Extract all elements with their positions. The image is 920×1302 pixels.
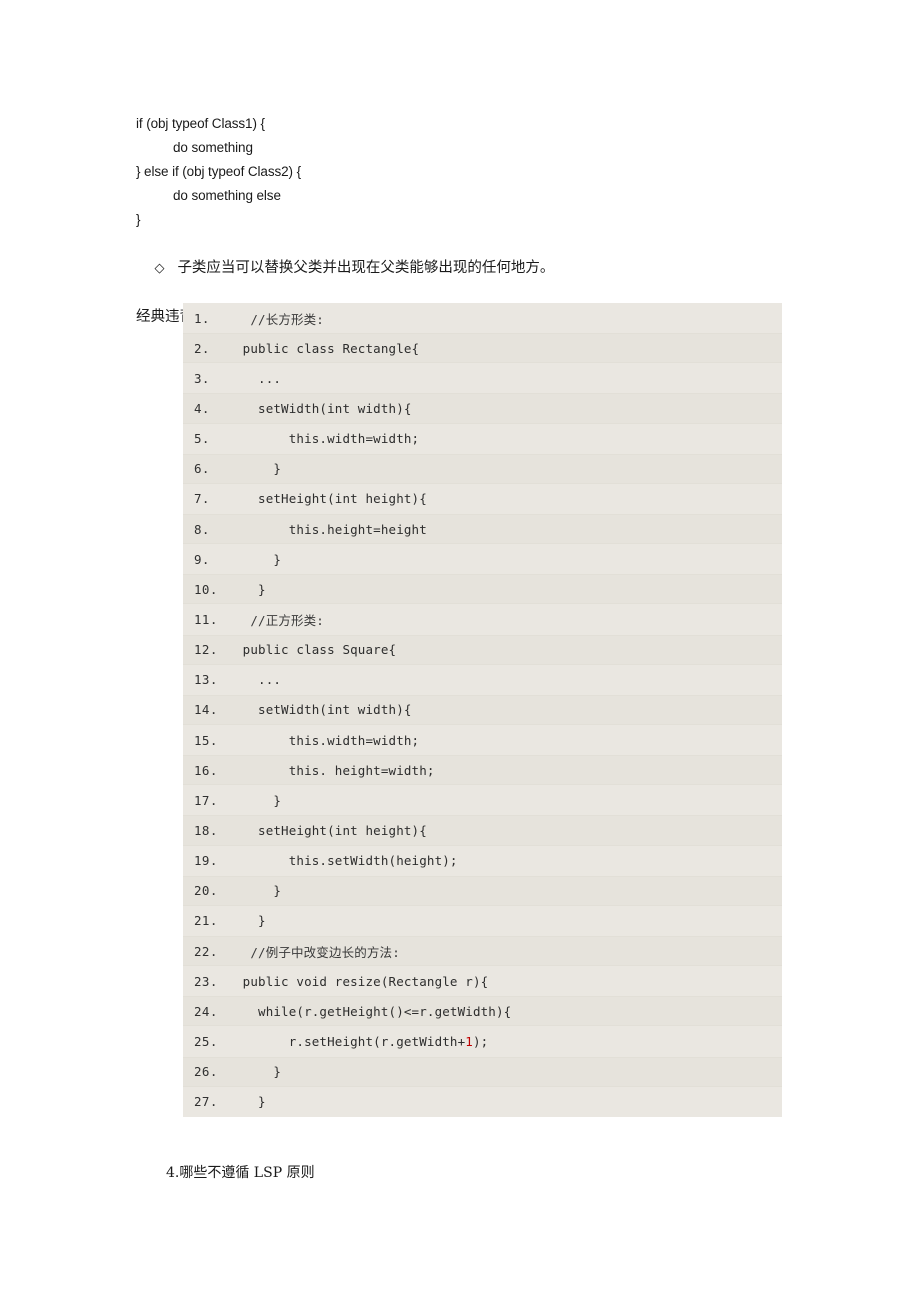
lsp-principle-statement: ◇ 子类应当可以替换父类并出现在父类能够出现的任何地方。 bbox=[136, 232, 836, 305]
code-line-row: 27. } bbox=[183, 1086, 782, 1117]
line-number: 22. bbox=[194, 943, 218, 959]
code-line-text: public void resize(Rectangle r){ bbox=[235, 973, 489, 989]
code-line-row: 10. } bbox=[183, 574, 782, 605]
code-line-row: 5. this.width=width; bbox=[183, 423, 782, 454]
line-number: 14. bbox=[194, 702, 218, 718]
code-line-text: ... bbox=[235, 370, 282, 386]
code-line-row: 19. this.setWidth(height); bbox=[183, 845, 782, 876]
line-number: 2. bbox=[194, 340, 210, 356]
line-number: 17. bbox=[194, 792, 218, 808]
code-line-text: this. height=width; bbox=[235, 762, 435, 778]
intro-code-line: do something else bbox=[173, 188, 281, 203]
line-number: 15. bbox=[194, 732, 218, 748]
code-line-row: 17. } bbox=[183, 785, 782, 816]
code-line-row: 11. //正方形类: bbox=[183, 604, 782, 635]
code-line-row: 22. //例子中改变边长的方法: bbox=[183, 935, 782, 967]
code-line-text: setHeight(int height){ bbox=[235, 491, 427, 507]
intro-code-line: if (obj typeof Class1) { bbox=[136, 116, 265, 131]
line-number: 25. bbox=[194, 1033, 218, 1049]
code-line-text: } bbox=[235, 581, 266, 597]
intro-code-line: do something bbox=[173, 140, 253, 155]
code-line-head: r.setHeight(r.getWidth+ bbox=[235, 1033, 466, 1049]
code-line-text: this.width=width; bbox=[235, 732, 420, 748]
code-line-tail: ); bbox=[472, 1033, 489, 1049]
line-number: 21. bbox=[194, 913, 218, 929]
code-line-text: setHeight(int height){ bbox=[235, 822, 427, 838]
code-line-row: 6. } bbox=[183, 453, 782, 484]
line-number: 23. bbox=[194, 973, 218, 989]
code-line-text: this.width=width; bbox=[235, 431, 420, 447]
code-line-row: 9. } bbox=[183, 544, 782, 575]
code-line-text: } bbox=[235, 551, 282, 567]
line-number: 3. bbox=[194, 370, 210, 386]
line-number: 11. bbox=[194, 611, 218, 627]
line-number: 16. bbox=[194, 762, 218, 778]
code-line-row: 25. r.setHeight(r.getWidth+1); bbox=[183, 1026, 782, 1057]
code-line-text: ... bbox=[235, 672, 282, 688]
line-number: 18. bbox=[194, 822, 218, 838]
code-line-row: 12. public class Square{ bbox=[183, 634, 782, 665]
code-line-text: } bbox=[235, 1064, 282, 1080]
code-line-row: 16. this. height=width; bbox=[183, 755, 782, 786]
code-line-text: } bbox=[235, 883, 282, 899]
code-line-row: 3. ... bbox=[183, 363, 782, 394]
code-line-text: public class Rectangle{ bbox=[235, 340, 420, 356]
intro-code-line: } else if (obj typeof Class2) { bbox=[136, 164, 301, 179]
line-number: 5. bbox=[194, 431, 210, 447]
line-number: 24. bbox=[194, 1003, 218, 1019]
code-line-text: } bbox=[235, 1094, 266, 1110]
code-line-row: 2. public class Rectangle{ bbox=[183, 333, 782, 364]
code-line-row: 8. this.height=height bbox=[183, 513, 782, 545]
line-number: 19. bbox=[194, 853, 218, 869]
line-number: 8. bbox=[194, 521, 210, 537]
line-number: 10. bbox=[194, 581, 218, 597]
code-line-text: setWidth(int width){ bbox=[235, 702, 412, 718]
line-number: 4. bbox=[194, 400, 210, 416]
line-number: 13. bbox=[194, 672, 218, 688]
principle-text: 子类应当可以替换父类并出现在父类能够出现的任何地方。 bbox=[177, 260, 555, 276]
code-line-row: 23. public void resize(Rectangle r){ bbox=[183, 966, 782, 997]
code-line-row: 26. } bbox=[183, 1056, 782, 1087]
code-line-row: 13. ... bbox=[183, 664, 782, 695]
code-line-row: 21. } bbox=[183, 905, 782, 936]
code-line-row: 24. while(r.getHeight()<=r.getWidth){ bbox=[183, 996, 782, 1027]
code-line-row: 1. //长方形类: bbox=[183, 303, 782, 334]
code-line-text: //长方形类: bbox=[235, 311, 324, 327]
code-line-row: 15. this.width=width; bbox=[183, 724, 782, 756]
line-number: 6. bbox=[194, 461, 210, 477]
intro-code-line: } bbox=[136, 212, 141, 227]
line-number: 20. bbox=[194, 883, 218, 899]
code-listing: 1. //长方形类: 2. public class Rectangle{ 3.… bbox=[183, 303, 782, 1117]
code-highlight-token: 1 bbox=[465, 1033, 473, 1049]
code-line-text: public class Square{ bbox=[235, 642, 397, 658]
code-line-row: 7. setHeight(int height){ bbox=[183, 483, 782, 514]
code-line-row: 4. setWidth(int width){ bbox=[183, 393, 782, 424]
line-number: 1. bbox=[194, 310, 210, 326]
code-line-text: //例子中改变边长的方法: bbox=[235, 944, 400, 960]
line-number: 12. bbox=[194, 642, 218, 658]
code-line-text: //正方形类: bbox=[235, 612, 324, 628]
code-line-text: setWidth(int width){ bbox=[235, 400, 412, 416]
code-line-row: 14. setWidth(int width){ bbox=[183, 694, 782, 725]
section-heading-lsp: 4.哪些不遵循 LSP 原则 bbox=[166, 1165, 315, 1181]
line-number: 26. bbox=[194, 1064, 218, 1080]
code-line-row: 20. } bbox=[183, 875, 782, 906]
code-line-text: } bbox=[235, 913, 266, 929]
code-line-text: this.height=height bbox=[235, 521, 427, 537]
line-number: 27. bbox=[194, 1094, 218, 1110]
code-line-text: this.setWidth(height); bbox=[235, 853, 458, 869]
intro-pseudocode-block: if (obj typeof Class1) { do something } … bbox=[136, 112, 836, 329]
code-line-text: } bbox=[235, 792, 282, 808]
code-line-text: while(r.getHeight()<=r.getWidth){ bbox=[235, 1003, 512, 1019]
code-line-row: 18. setHeight(int height){ bbox=[183, 815, 782, 846]
code-line-text: r.setHeight(r.getWidth+1); bbox=[235, 1034, 488, 1049]
line-number: 9. bbox=[194, 551, 210, 567]
diamond-bullet-icon: ◇ bbox=[154, 261, 165, 276]
line-number: 7. bbox=[194, 491, 210, 507]
code-line-text: } bbox=[235, 461, 282, 477]
